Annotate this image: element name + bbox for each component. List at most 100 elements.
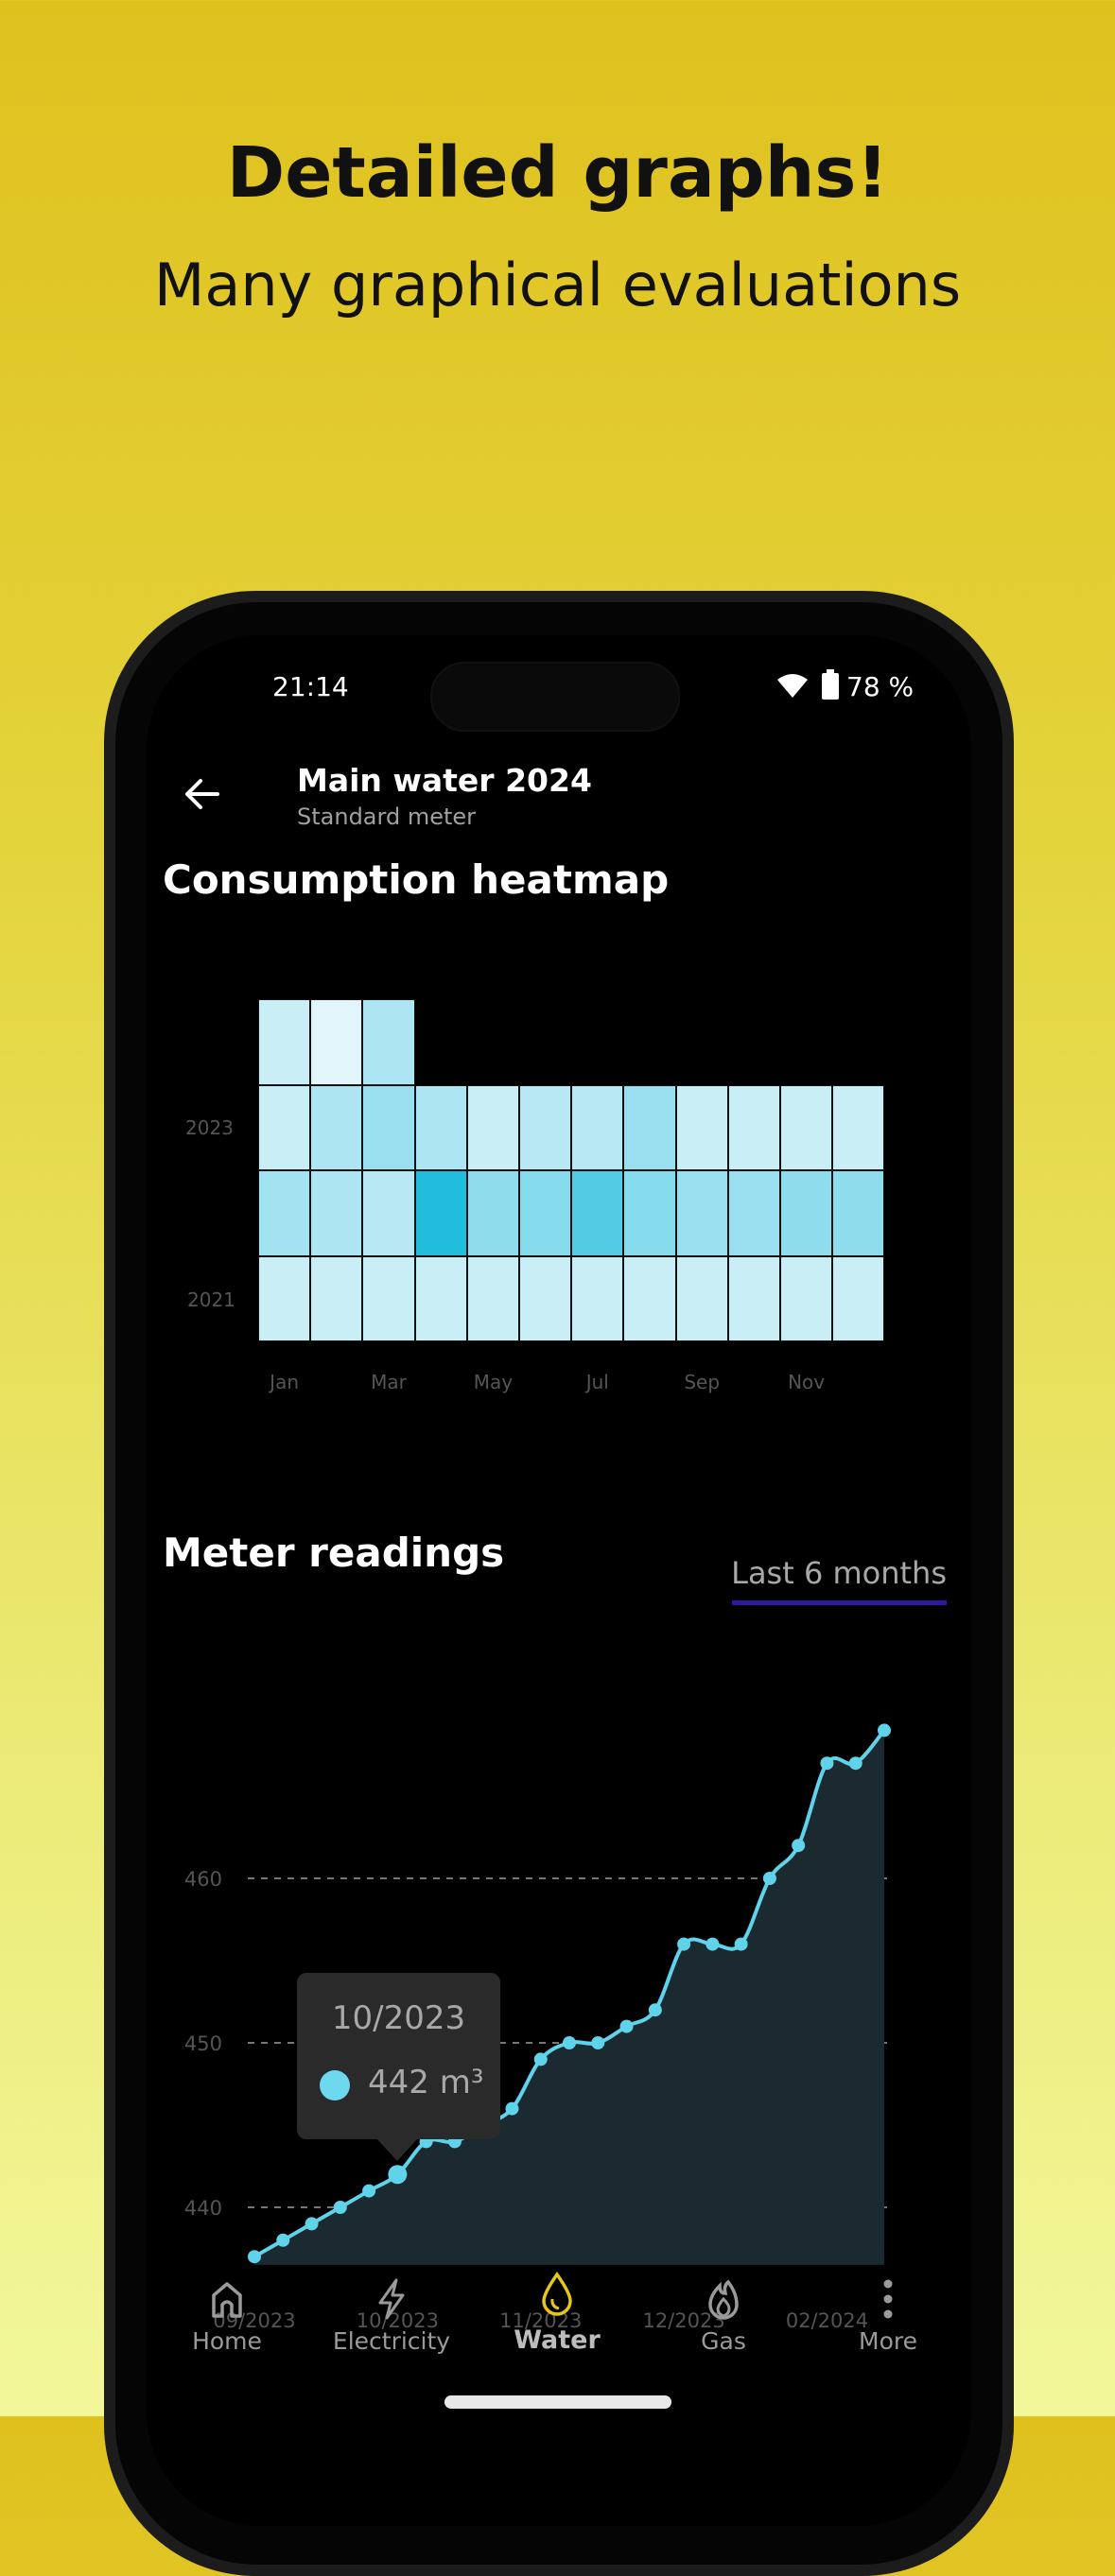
battery-level: 78 %: [846, 671, 915, 702]
heatmap-cell[interactable]: [780, 1084, 833, 1170]
nav-item-more[interactable]: More: [808, 2278, 968, 2355]
data-point: [648, 2003, 662, 2017]
data-point: [362, 2184, 376, 2198]
meter-readings-chart[interactable]: 44045046009/2023 10/2023 11/2023 12/2023 02/…: [0, 1607, 1115, 2363]
heatmap-cell[interactable]: [310, 1084, 363, 1170]
home-indicator[interactable]: [444, 2395, 671, 2409]
heatmap-cell[interactable]: [310, 999, 363, 1085]
heatmap-year-label: 2021: [187, 1288, 235, 1311]
page-title: Main water 2024: [297, 762, 592, 799]
heatmap-cell[interactable]: [832, 1170, 885, 1256]
range-selector-underline: [732, 1600, 947, 1605]
heatmap-cell[interactable]: [258, 1255, 311, 1341]
nav-label: Home: [192, 2327, 262, 2355]
heatmap-month-label: Nov: [788, 1371, 826, 1393]
heatmap-cell[interactable]: [832, 1255, 885, 1341]
heatmap-cell[interactable]: [571, 1255, 624, 1341]
heatmap-cell[interactable]: [623, 1170, 676, 1256]
heatmap-cell[interactable]: [571, 1170, 624, 1256]
data-point: [706, 1937, 720, 1951]
promo-headline: Detailed graphs!: [226, 132, 889, 214]
heatmap-cell[interactable]: [258, 999, 311, 1085]
tooltip-value: 442 m³: [368, 2064, 484, 2101]
heatmap-cell[interactable]: [519, 1170, 572, 1256]
tooltip-pointer: [376, 2138, 418, 2161]
y-tick-label: 450: [184, 2032, 222, 2055]
heatmap-cell[interactable]: [362, 1084, 415, 1170]
nav-label: Water: [514, 2325, 601, 2355]
range-selector[interactable]: Last 6 months: [728, 1555, 947, 1591]
nav-item-home[interactable]: Home: [147, 2278, 307, 2355]
status-time: 21:14: [272, 671, 349, 702]
data-point: [820, 1756, 834, 1771]
heatmap-cell[interactable]: [466, 1255, 519, 1341]
meter-readings-title: Meter readings: [163, 1530, 505, 1576]
data-point: [248, 2250, 261, 2264]
heatmap-cell[interactable]: [727, 1170, 780, 1256]
lightning-icon: [378, 2278, 405, 2320]
data-point: [388, 2165, 408, 2185]
data-point: [734, 1937, 748, 1951]
heatmap-cell[interactable]: [675, 1255, 728, 1341]
heatmap-month-label: Mar: [371, 1371, 407, 1393]
heatmap-cell[interactable]: [466, 1170, 519, 1256]
nav-label: Gas: [701, 2327, 746, 2355]
data-point: [563, 2036, 576, 2049]
chart-tooltip: 10/2023 442 m³: [297, 1973, 500, 2139]
data-point: [619, 2019, 634, 2033]
data-point: [305, 2217, 319, 2231]
nav-item-gas[interactable]: Gas: [643, 2278, 804, 2355]
water-drop-icon: [542, 2271, 572, 2316]
heatmap-cell[interactable]: [414, 1255, 467, 1341]
heatmap-cell[interactable]: [727, 1084, 780, 1170]
heatmap-cell[interactable]: [727, 1255, 780, 1341]
battery-icon: [822, 669, 839, 700]
flame-icon: [708, 2279, 739, 2320]
data-point: [505, 2101, 519, 2116]
data-point: [792, 1839, 806, 1853]
heatmap-cell[interactable]: [675, 1084, 728, 1170]
y-tick-label: 460: [184, 1868, 222, 1891]
heatmap-cell[interactable]: [414, 1084, 467, 1170]
heatmap-title: Consumption heatmap: [163, 856, 670, 903]
heatmap-cell[interactable]: [519, 1084, 572, 1170]
heatmap-cell[interactable]: [362, 1255, 415, 1341]
page-subtitle: Standard meter: [297, 804, 476, 830]
heatmap-cell[interactable]: [466, 1084, 519, 1170]
nav-label: Electricity: [332, 2327, 451, 2355]
arrow-left-icon back-button[interactable]: [183, 777, 221, 811]
data-point: [762, 1872, 776, 1885]
heatmap-month-label: Jul: [585, 1371, 609, 1393]
heatmap-cell[interactable]: [258, 1084, 311, 1170]
nav-item-electricity[interactable]: Electricity: [311, 2278, 472, 2355]
heatmap-cell[interactable]: [623, 1255, 676, 1341]
heatmap-cell[interactable]: [310, 1255, 363, 1341]
tooltip-date: 10/2023: [331, 1999, 466, 2037]
data-point: [533, 2052, 548, 2066]
camera-island: [430, 662, 680, 732]
heatmap-cell[interactable]: [310, 1170, 363, 1256]
heatmap-cell[interactable]: [780, 1170, 833, 1256]
heatmap-cell[interactable]: [258, 1170, 311, 1256]
nav-item-water[interactable]: Water: [477, 2271, 637, 2355]
data-point: [333, 2201, 347, 2214]
data-point: [677, 1937, 691, 1951]
home-icon: [212, 2282, 242, 2318]
heatmap-year-label: 2023: [185, 1116, 234, 1139]
heatmap-cell[interactable]: [571, 1084, 624, 1170]
heatmap-cell[interactable]: [362, 999, 415, 1085]
heatmap-cell[interactable]: [362, 1170, 415, 1256]
heatmap-cell[interactable]: [832, 1084, 885, 1170]
y-tick-label: 440: [184, 2197, 222, 2220]
heatmap-cell[interactable]: [780, 1255, 833, 1341]
heatmap-cell[interactable]: [519, 1255, 572, 1341]
heatmap-cell[interactable]: [623, 1084, 676, 1170]
promo-subline: Many graphical evaluations: [153, 251, 962, 320]
heatmap-month-label: Sep: [684, 1371, 721, 1393]
data-point: [848, 1756, 862, 1771]
heatmap-cell[interactable]: [675, 1170, 728, 1256]
tooltip-series-dot: [320, 2070, 350, 2101]
heatmap-cell[interactable]: [414, 1170, 467, 1256]
more-vertical-icon: [883, 2279, 893, 2319]
heatmap-month-label: May: [473, 1371, 514, 1393]
